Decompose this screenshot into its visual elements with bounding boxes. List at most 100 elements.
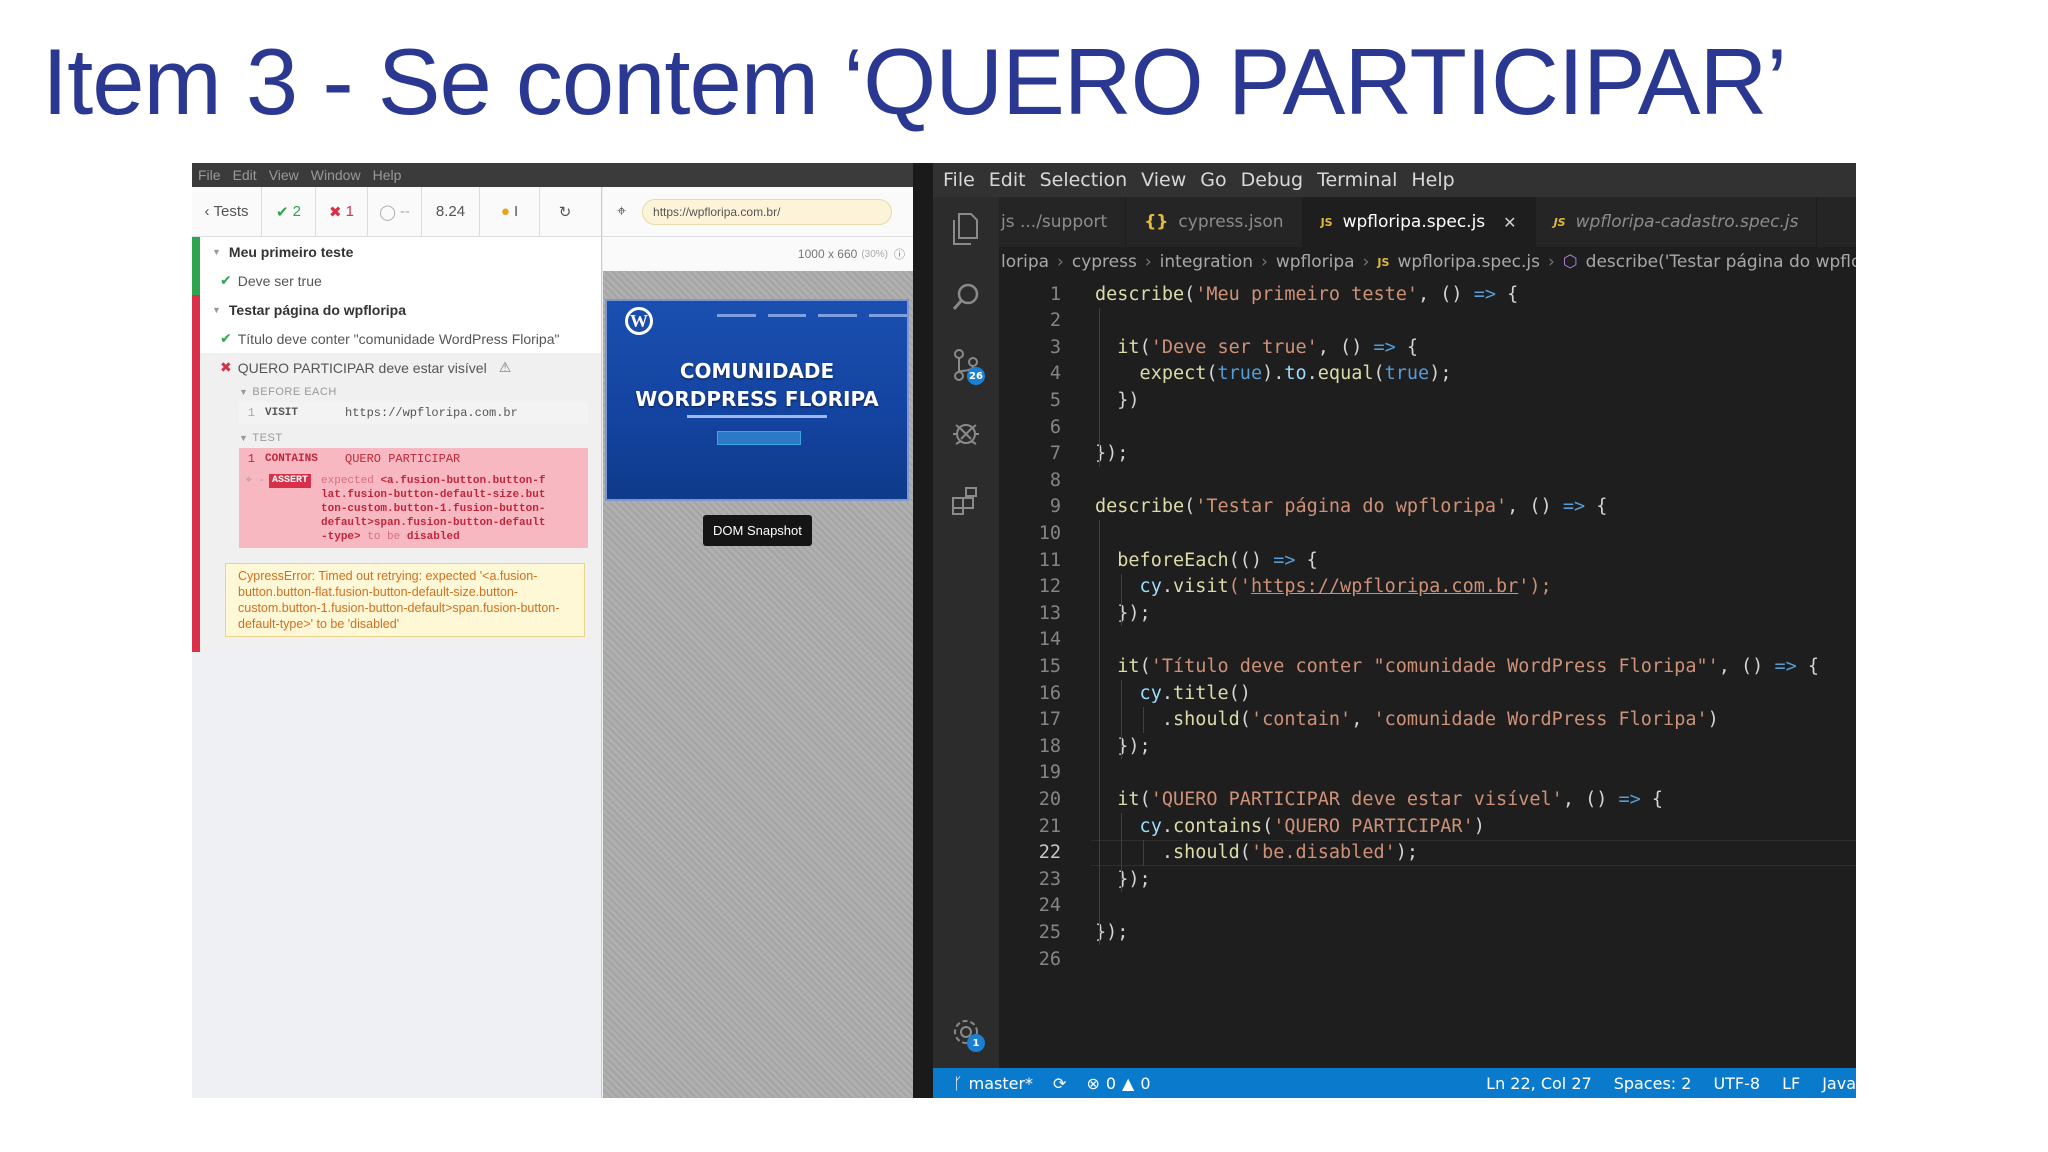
menu-file[interactable]: File [198,167,221,183]
tab-wpfloripa-spec[interactable]: JS wpfloripa.spec.js ✕ [1302,197,1536,247]
code-line[interactable]: 2 [999,308,1856,334]
hook-label: BEFORE EACH [252,386,337,398]
indentation[interactable]: Spaces: 2 [1614,1074,1692,1093]
command-visit[interactable]: 1 VISIT https://wpfloripa.com.br [239,402,588,424]
code-line[interactable]: 17 .should('contain', 'comunidade WordPr… [999,707,1856,733]
line-ending[interactable]: LF [1782,1074,1800,1093]
breadcrumb-item[interactable]: wpfloripa [1276,252,1355,272]
branch-name: master* [968,1073,1034,1093]
code-line[interactable]: 18 }); [999,733,1856,759]
breadcrumb-item[interactable]: describe('Testar página do wpflori [1586,252,1856,272]
code-line[interactable]: 13 }); [999,600,1856,626]
code-line[interactable]: 9 describe('Testar página do wpfloripa', … [999,494,1856,520]
code-line[interactable]: 3 it('Deve ser true', () => { [999,334,1856,360]
command-assert[interactable]: ⌖ - ASSERT expected <a.fusion-button.but… [239,470,588,548]
code-line[interactable]: 24 [999,893,1856,919]
menu-edit[interactable]: Edit [233,167,257,183]
viewport-scale: (30%) [861,248,888,260]
code-line[interactable]: 21 cy.contains('QUERO PARTICIPAR') [999,813,1856,839]
code-line[interactable]: 23 }); [999,866,1856,892]
menu-view[interactable]: View [269,167,299,183]
command-contains[interactable]: 1 CONTAINS QUERO PARTICIPAR [239,448,588,470]
menu-help[interactable]: Help [373,167,402,183]
source-control-button[interactable]: 26 [933,335,999,395]
test-row[interactable]: ✔ Deve ser true [192,266,601,295]
manage-button[interactable]: 1 [933,1002,999,1062]
code-token: { [1585,496,1608,518]
suite-row[interactable]: ▼ Meu primeiro teste [192,237,601,266]
code-token: => [1562,496,1586,518]
code-line[interactable]: 22 .should('be.disabled'); [999,839,1856,866]
code-line[interactable]: 14 [999,627,1856,653]
code-line[interactable]: 1 describe('Meu primeiro teste', () => { [999,281,1856,307]
test-header[interactable]: ▼ TEST [239,428,588,448]
code-line[interactable]: 19 [999,760,1856,786]
code-token: to [1284,363,1307,385]
search-button[interactable] [933,267,999,327]
cypress-menubar: File Edit View Window Help [192,163,913,187]
test-row-failed[interactable]: ✖ QUERO PARTICIPAR deve estar visível ⚠ [192,353,601,382]
menu-view[interactable]: View [1141,169,1186,191]
back-to-tests-button[interactable]: ‹ Tests [192,187,262,236]
problems-indicator[interactable]: ⊗ 0 ▲ 0 [1086,1074,1150,1093]
code-token: should [1172,709,1240,731]
code-line[interactable]: 11 beforeEach(() => { [999,547,1856,573]
code-token: ). [1262,363,1285,385]
code-line[interactable]: 4 expect(true).to.equal(true); [999,361,1856,387]
breadcrumb-item[interactable]: integration [1160,252,1253,272]
encoding[interactable]: UTF-8 [1713,1074,1760,1093]
tab-support[interactable]: js .../support [999,197,1127,247]
menu-debug[interactable]: Debug [1241,169,1303,191]
code-line[interactable]: 8 [999,467,1856,493]
code-editor[interactable]: 1 describe('Meu primeiro teste', () => {2… [999,277,1856,1068]
sync-button[interactable]: ⟳ [1053,1074,1066,1093]
explorer-button[interactable] [933,199,999,259]
breadcrumb-item[interactable]: wpfloripa.spec.js [1397,252,1540,272]
breadcrumb-item[interactable]: cypress [1072,252,1137,272]
code-token: 'Título deve conter "comunidade WordPres… [1150,655,1719,677]
code-token: 'Deve ser true' [1150,336,1318,358]
menu-edit[interactable]: Edit [989,169,1026,191]
code-token: ( [1239,842,1251,864]
suite-row[interactable]: ▼ Testar página do wpfloripa [192,295,601,324]
extensions-button[interactable] [933,471,999,531]
code-line[interactable]: 16 cy.title() [999,680,1856,706]
code-line[interactable]: 20 it('QUERO PARTICIPAR deve estar visív… [999,786,1856,812]
rerun-button[interactable]: ↻ [540,187,590,236]
breadcrumb-item[interactable]: loripa [1001,252,1049,272]
menu-terminal[interactable]: Terminal [1317,169,1397,191]
menu-selection[interactable]: Selection [1040,169,1128,191]
auto-scroll-toggle[interactable]: ● I [480,187,540,236]
code-token: should [1172,842,1240,864]
line-number: 24 [1038,895,1061,917]
tab-wpfloripa-cadastro-spec[interactable]: JS wpfloripa-cadastro.spec.js [1536,197,1818,247]
tab-cypress-json[interactable]: {} cypress.json [1126,197,1303,247]
language-mode[interactable]: Java [1822,1074,1856,1093]
code-line[interactable]: 25}); [999,919,1856,945]
code-line[interactable]: 15 it('Título deve conter "comunidade Wo… [999,653,1856,679]
menu-file[interactable]: File [943,169,975,191]
menu-window[interactable]: Window [311,167,361,183]
code-line[interactable]: 10 [999,520,1856,546]
close-icon[interactable]: ✕ [1503,213,1516,232]
debug-button[interactable] [933,403,999,463]
code-line[interactable]: 26 [999,946,1856,972]
code-line[interactable]: 12 cy.visit('https://wpfloripa.com.br'); [999,574,1856,600]
code-line[interactable]: 5 }) [999,387,1856,413]
code-line[interactable]: 7}); [999,441,1856,467]
before-each-header[interactable]: ▼ BEFORE EACH [239,382,588,402]
cursor-position[interactable]: Ln 22, Col 27 [1486,1074,1592,1093]
info-icon[interactable]: ⓘ [894,246,905,262]
branch-indicator[interactable]: ᚴ master* [953,1074,1033,1093]
code-line[interactable]: 6 [999,414,1856,440]
menu-help[interactable]: Help [1411,169,1454,191]
extensions-icon [952,487,977,515]
tab-label: js .../support [1001,212,1108,232]
test-row[interactable]: ✔ Título deve conter "comunidade WordPre… [192,324,601,353]
menu-go[interactable]: Go [1200,169,1226,191]
line-number: 13 [1038,602,1061,624]
line-number: 15 [1038,655,1061,677]
url-field[interactable]: https://wpfloripa.com.br/ [642,198,893,225]
selector-playground-icon[interactable]: ⌖ [617,203,626,221]
quero-participar-button[interactable] [717,431,801,445]
